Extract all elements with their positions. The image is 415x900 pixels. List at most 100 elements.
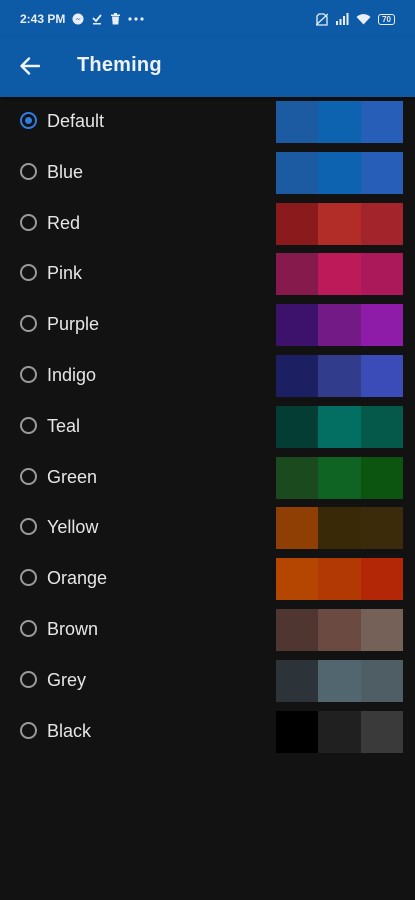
color-swatch-group — [276, 101, 403, 143]
color-swatch-group — [276, 558, 403, 601]
theme-option-indigo[interactable]: Indigo — [0, 351, 415, 402]
theme-label: Default — [47, 111, 105, 131]
theme-option-blue[interactable]: Blue — [0, 148, 415, 199]
radio-button[interactable] — [20, 264, 37, 282]
theme-option-brown[interactable]: Brown — [0, 605, 415, 656]
theme-label: Red — [47, 212, 81, 233]
radio-button[interactable] — [20, 670, 37, 688]
theme-label: Orange — [47, 568, 108, 589]
color-swatch-group — [276, 151, 403, 194]
color-swatch — [318, 608, 361, 651]
theme-option-pink[interactable]: Pink — [0, 249, 415, 300]
radio-button[interactable] — [20, 518, 37, 536]
color-swatch — [360, 354, 403, 397]
color-swatch — [318, 507, 361, 550]
color-swatch — [318, 101, 361, 143]
wifi-icon — [356, 13, 371, 25]
theme-list: Default Blue Red Pink Purple Indigo Teal Green Y… — [0, 97, 415, 757]
color-swatch — [360, 151, 403, 194]
color-swatch — [318, 659, 361, 702]
theme-label: Teal — [47, 415, 81, 436]
theme-label: Blue — [47, 161, 84, 182]
radio-button[interactable] — [20, 365, 37, 383]
theme-label: Indigo — [47, 364, 97, 385]
radio-button[interactable] — [20, 162, 37, 180]
app-bar: Theming — [0, 37, 415, 97]
radio-button[interactable] — [20, 569, 37, 587]
color-swatch-group — [276, 304, 403, 347]
color-swatch — [276, 354, 319, 397]
trash-icon — [110, 13, 121, 25]
color-swatch-group — [276, 608, 403, 651]
color-swatch — [318, 253, 361, 296]
color-swatch — [318, 354, 361, 397]
theme-option-yellow[interactable]: Yellow — [0, 503, 415, 554]
status-time: 2:43 PM — [20, 12, 66, 26]
color-swatch — [318, 202, 361, 245]
theme-option-teal[interactable]: Teal — [0, 402, 415, 453]
color-swatch — [276, 405, 319, 448]
color-swatch — [318, 151, 361, 194]
color-swatch-group — [276, 253, 403, 296]
color-swatch — [360, 304, 403, 347]
color-swatch — [360, 456, 403, 499]
color-swatch — [318, 456, 361, 499]
color-swatch — [318, 405, 361, 448]
color-swatch-group — [276, 354, 403, 397]
radio-button[interactable] — [20, 315, 37, 333]
radio-button[interactable] — [20, 213, 37, 231]
no-sim-icon — [316, 12, 329, 26]
back-button[interactable] — [14, 52, 46, 84]
color-swatch — [318, 558, 361, 601]
radio-button[interactable] — [20, 416, 37, 434]
theme-label: Brown — [47, 618, 99, 639]
radio-button[interactable] — [20, 619, 37, 637]
status-left-group: 2:43 PM — [20, 11, 144, 27]
theme-label: Grey — [47, 669, 87, 690]
color-swatch — [360, 710, 403, 753]
theme-label: Green — [47, 466, 98, 487]
theme-label: Purple — [47, 314, 100, 335]
color-swatch — [276, 507, 319, 550]
theme-option-grey[interactable]: Grey — [0, 656, 415, 707]
color-swatch-group — [276, 405, 403, 448]
page-title: Theming — [77, 54, 162, 76]
color-swatch-group — [276, 659, 403, 702]
color-swatch — [276, 202, 319, 245]
color-swatch — [276, 659, 319, 702]
signal-icon — [335, 13, 349, 25]
more-dots-icon — [128, 17, 144, 21]
color-swatch — [276, 608, 319, 651]
theme-option-default[interactable]: Default — [0, 97, 415, 148]
arrow-back-icon — [20, 56, 41, 80]
color-swatch — [276, 253, 319, 296]
color-swatch — [276, 710, 319, 753]
color-swatch — [360, 202, 403, 245]
color-swatch — [276, 151, 319, 194]
theme-option-black[interactable]: Black — [0, 707, 415, 758]
status-bar: 2:43 PM 70 — [0, 0, 415, 37]
color-swatch-group — [276, 456, 403, 499]
color-swatch — [276, 101, 319, 143]
color-swatch — [360, 405, 403, 448]
radio-button[interactable] — [20, 112, 37, 129]
color-swatch — [360, 608, 403, 651]
theme-label: Black — [47, 720, 92, 741]
color-swatch — [360, 507, 403, 550]
status-right-group: 70 — [316, 11, 395, 27]
theme-option-red[interactable]: Red — [0, 199, 415, 250]
color-swatch — [360, 659, 403, 702]
theme-option-purple[interactable]: Purple — [0, 300, 415, 351]
radio-button[interactable] — [20, 467, 37, 485]
color-swatch — [318, 710, 361, 753]
color-swatch — [360, 253, 403, 296]
messenger-icon — [72, 13, 84, 25]
color-swatch — [360, 101, 403, 143]
radio-button[interactable] — [20, 721, 37, 739]
theme-option-orange[interactable]: Orange — [0, 554, 415, 605]
color-swatch — [318, 304, 361, 347]
theme-option-green[interactable]: Green — [0, 453, 415, 504]
color-swatch — [276, 304, 319, 347]
theme-label: Yellow — [47, 517, 99, 538]
color-swatch — [276, 456, 319, 499]
